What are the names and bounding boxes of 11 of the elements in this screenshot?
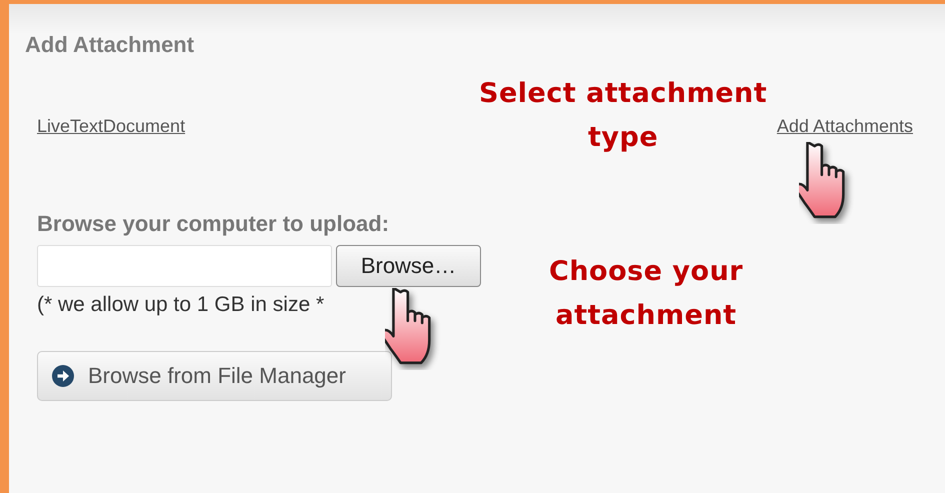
annotation-text: Select attachment type [479, 77, 768, 155]
size-note: (* we allow up to 1 GB in size * [37, 293, 324, 317]
annotation-text: Choose your attachment [549, 255, 744, 333]
upload-label: Browse your computer to upload: [37, 211, 390, 237]
attachment-type-link[interactable]: Add Attachments [776, 116, 913, 137]
attachment-type-link[interactable]: LiveTextDocument [37, 116, 186, 137]
arrow-circle-icon [52, 365, 74, 387]
file-manager-button[interactable]: Browse from File Manager [37, 351, 392, 401]
panel-title: Add Attachment [25, 32, 194, 58]
file-path-field[interactable] [37, 245, 332, 287]
browse-button[interactable]: Browse… [336, 245, 481, 287]
